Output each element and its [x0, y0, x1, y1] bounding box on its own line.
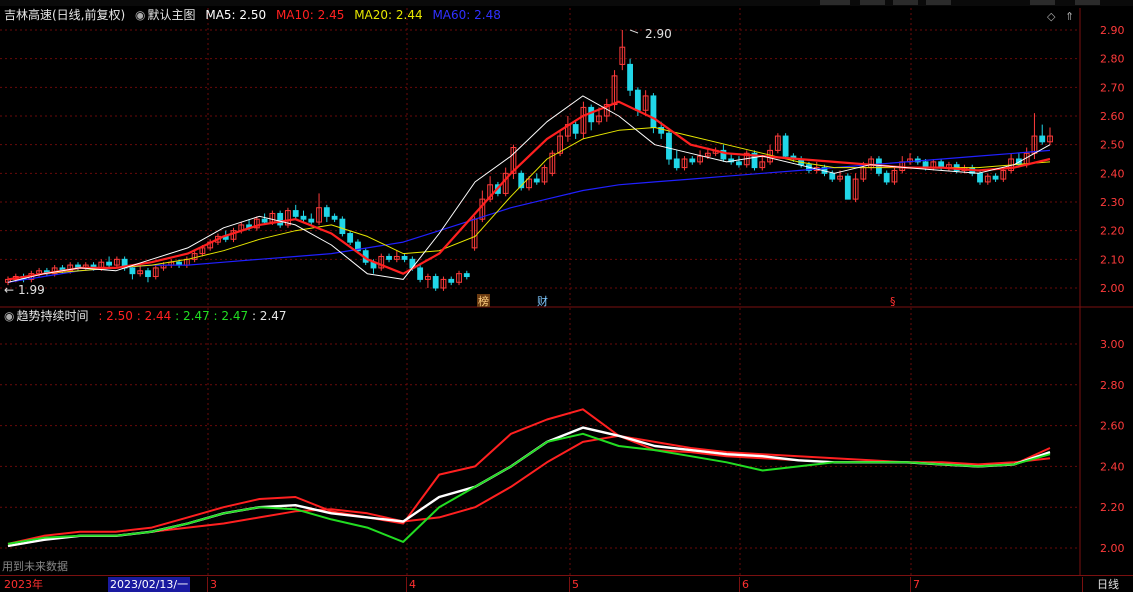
candle-body[interactable] — [588, 106, 595, 123]
candle-body[interactable] — [401, 255, 408, 260]
sub-tick: 2.20 — [1100, 501, 1125, 514]
price-tick: 2.80 — [1100, 53, 1125, 66]
candle-body[interactable] — [106, 261, 113, 266]
candle-body[interactable] — [292, 210, 299, 217]
candle-body[interactable] — [1039, 135, 1046, 143]
sub-line-green — [7, 432, 1051, 545]
price-tick: 2.70 — [1100, 81, 1125, 94]
ma60-value: MA60: 2.48 — [432, 8, 501, 22]
sub-value-3: : 2.47 — [175, 309, 210, 323]
month-3: 3 — [207, 577, 217, 592]
price-tick: 2.30 — [1100, 196, 1125, 209]
sub-axis: 3.00 2.80 2.60 2.40 2.20 2.00 — [1100, 338, 1125, 555]
price-tick: 2.40 — [1100, 167, 1125, 180]
candle-body[interactable] — [129, 267, 136, 275]
low-marker: ← 1.99 — [4, 283, 45, 297]
ma10-value: MA10: 2.45 — [275, 8, 345, 22]
candle-body[interactable] — [261, 218, 268, 223]
candle-body[interactable] — [300, 215, 307, 220]
main-grid — [0, 8, 1080, 575]
date-axis: 2023年 2023/02/13/一 3 4 5 6 7 日线 — [0, 575, 1133, 592]
sub-value-1: : 2.50 — [98, 309, 133, 323]
cursor-date: 2023/02/13/一 — [108, 577, 191, 592]
stock-title[interactable]: 吉林高速(日线,前复权) — [4, 8, 125, 22]
high-marker: 2.90 — [629, 27, 672, 41]
candle-body[interactable] — [533, 178, 540, 183]
candle-body[interactable] — [386, 255, 392, 260]
candle-body[interactable] — [347, 233, 354, 243]
stock-chart-window: 2.90 2.80 2.70 2.60 2.50 2.40 2.30 2.20 2.10 2.00… — [0, 0, 1133, 592]
candle-body[interactable] — [572, 124, 579, 134]
candle-body[interactable] — [782, 135, 789, 157]
candle-body[interactable] — [448, 278, 455, 283]
candle-body[interactable] — [844, 175, 851, 200]
ma5-value: MA5: 2.50 — [205, 8, 267, 22]
sub-value-4: : 2.47 — [213, 309, 249, 323]
candle-body[interactable] — [673, 158, 680, 169]
candlesticks[interactable] — [5, 30, 1053, 291]
candle-body[interactable] — [829, 172, 836, 180]
candle-body[interactable] — [689, 158, 696, 163]
sub-indicator-icon[interactable]: ◉ — [4, 309, 14, 323]
candle-body[interactable] — [339, 218, 346, 235]
period-label[interactable]: 日线 — [1082, 577, 1133, 592]
candle-body[interactable] — [323, 207, 330, 217]
sub-tick: 2.40 — [1100, 460, 1125, 473]
marker-rank[interactable]: 榜 — [478, 294, 489, 308]
diamond-icon[interactable]: ◇ — [1047, 10, 1056, 23]
candle-body[interactable] — [634, 89, 641, 111]
candle-body[interactable] — [432, 276, 439, 289]
chart-canvas[interactable]: 2.90 2.80 2.70 2.60 2.50 2.40 2.30 2.20 2.10 2.00… — [0, 0, 1133, 575]
price-tick: 2.90 — [1100, 24, 1125, 37]
trend-duration-lines — [7, 408, 1051, 548]
candle-body[interactable] — [666, 132, 672, 160]
marker-finance[interactable]: 财 — [537, 294, 548, 308]
candle-body[interactable] — [627, 63, 634, 91]
event-markers[interactable]: 榜 财 § — [477, 294, 896, 308]
candle-body[interactable] — [463, 273, 470, 278]
price-axis: 2.90 2.80 2.70 2.60 2.50 2.40 2.30 2.20 2.10 2.00 — [1100, 24, 1125, 295]
candle-body[interactable] — [650, 95, 657, 128]
month-6: 6 — [739, 577, 749, 592]
sub-value-5: : 2.47 — [251, 309, 287, 323]
sub-indicator-name[interactable]: 趋势持续时间 — [16, 309, 88, 323]
main-indicator-name[interactable]: 默认主图 — [148, 8, 196, 22]
high-label: 2.90 — [645, 27, 672, 41]
future-data-label: 用到未来数据 — [2, 559, 68, 573]
low-arrow-icon: ← — [4, 283, 14, 297]
price-tick: 2.60 — [1100, 110, 1125, 123]
scroll-up-icon[interactable]: ⇑ — [1065, 10, 1074, 23]
main-legend: 吉林高速(日线,前复权) ◉ 默认主图 MA5: 2.50 MA10: 2.45 … — [4, 6, 507, 24]
candle-body[interactable] — [736, 161, 742, 166]
year-label: 2023年 — [4, 578, 43, 591]
ma20-value: MA20: 2.44 — [354, 8, 423, 22]
candle-body[interactable] — [992, 175, 999, 180]
candle-body[interactable] — [417, 267, 424, 280]
price-tick: 2.10 — [1100, 253, 1125, 266]
candle-body[interactable] — [277, 212, 284, 226]
low-label: 1.99 — [18, 283, 45, 297]
candle-body[interactable] — [977, 172, 983, 183]
sub-line-red — [7, 408, 1051, 545]
candle-body[interactable] — [308, 218, 315, 223]
sub-tick: 2.80 — [1100, 379, 1125, 392]
line-ma10 — [7, 100, 1051, 281]
sub-legend: ◉ 趋势持续时间 : 2.50 : 2.44 : 2.47 : 2.47 : 2.… — [4, 307, 293, 325]
month-5: 5 — [569, 577, 579, 592]
sub-value-2: : 2.44 — [136, 309, 172, 323]
price-tick: 2.50 — [1100, 139, 1125, 152]
price-tick: 2.00 — [1100, 282, 1125, 295]
marker-section[interactable]: § — [890, 295, 896, 308]
sub-tick: 3.00 — [1100, 338, 1125, 351]
price-tick: 2.20 — [1100, 225, 1125, 238]
candle-body[interactable] — [883, 172, 890, 183]
candle-body[interactable] — [331, 215, 338, 220]
month-4: 4 — [406, 577, 416, 592]
sub-tick: 2.60 — [1100, 420, 1125, 433]
indicator-dropdown-icon[interactable]: ◉ — [135, 8, 145, 22]
sub-tick: 2.00 — [1100, 542, 1125, 555]
month-7: 7 — [910, 577, 920, 592]
candle-body[interactable] — [145, 270, 151, 278]
